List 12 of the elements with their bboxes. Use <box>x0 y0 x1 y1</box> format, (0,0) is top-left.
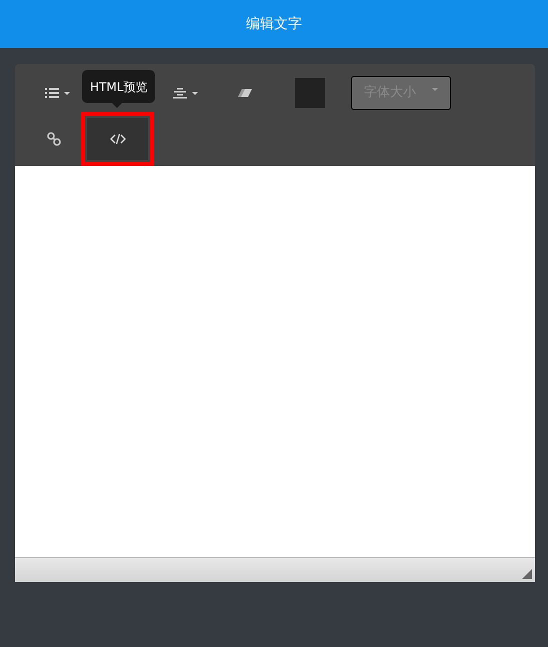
caret-icon <box>64 92 70 94</box>
color-swatch[interactable] <box>295 78 325 108</box>
eraser-icon <box>237 88 253 98</box>
list-icon <box>44 88 58 98</box>
caret-icon <box>432 88 438 90</box>
link-icon <box>47 132 61 146</box>
tooltip-pointer <box>112 103 122 108</box>
code-icon <box>110 133 126 145</box>
window-title: 编辑文字 <box>246 14 302 34</box>
align-center-icon <box>172 88 186 98</box>
resize-handle-icon[interactable] <box>522 569 532 579</box>
caret-icon <box>192 92 198 94</box>
